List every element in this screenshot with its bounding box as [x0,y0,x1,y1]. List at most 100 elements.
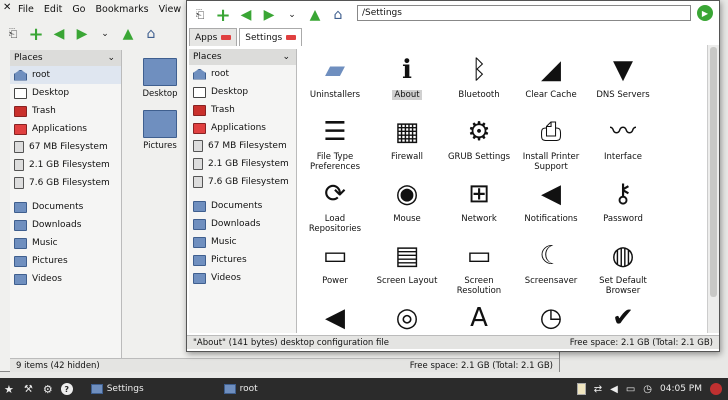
chevron-down-icon[interactable]: ⌄ [283,6,301,24]
task-root[interactable]: root [223,384,258,394]
settings-item[interactable]: ▤ Screen Layout [371,239,443,286]
power-icon[interactable] [710,383,722,395]
settings-item[interactable]: ⟳ Load Repositories [299,177,371,234]
settings-item[interactable]: ◷Time Zone [515,301,587,335]
settings-item[interactable]: ✔Updates [587,301,659,335]
settings-item[interactable]: ▦ Firewall [371,115,443,162]
home-icon[interactable]: ⌂ [142,25,160,43]
menu-edit[interactable]: Edit [44,4,62,20]
place-item[interactable]: Applications [189,119,296,137]
folder-icon [223,384,236,394]
settings-item[interactable]: ᛒ Bluetooth [443,53,515,100]
close-tab-icon[interactable] [286,35,297,40]
settings-item-label: About [392,90,422,100]
clock[interactable]: 04:05 PM [660,384,702,394]
place-item[interactable]: Trash [10,102,121,120]
place-item[interactable]: 2.1 GB Filesystem [10,156,121,174]
settings-item[interactable]: 〰 Interface [587,115,659,162]
folder-icon [14,255,27,267]
file-item[interactable]: Pictures [140,110,180,151]
place-item[interactable]: Applications [10,120,121,138]
star-icon[interactable]: ★ [4,383,14,396]
up-arrow-icon[interactable]: ▲ [119,25,137,43]
place-item[interactable]: Downloads [10,216,121,234]
new-tab-icon[interactable]: ⎗ [191,6,209,24]
clipboard-icon[interactable] [576,383,586,395]
place-item[interactable]: Pictures [10,252,121,270]
place-item[interactable]: Desktop [10,84,121,102]
settings-item[interactable]: ◀Sound Volume [299,301,371,335]
place-item[interactable]: 67 MB Filesystem [189,137,296,155]
settings-item-label: Screen Layout [376,276,438,286]
settings-item[interactable]: ▼ DNS Servers [587,53,659,100]
file-item[interactable]: Desktop [140,58,180,99]
place-item[interactable]: Music [189,233,296,251]
drive-icon [193,158,203,170]
scrollbar[interactable] [707,45,719,333]
place-item[interactable]: root [10,66,121,84]
settings-item[interactable]: ◢ Clear Cache [515,53,587,100]
menu-go[interactable]: Go [72,4,85,20]
address-bar[interactable]: /Settings [357,5,691,21]
gear-icon[interactable]: ⚙ [43,383,53,396]
settings-item[interactable]: ◎Startup [371,301,443,335]
task-settings[interactable]: Settings [90,384,144,394]
place-item[interactable]: Desktop [189,83,296,101]
up-arrow-icon[interactable]: ▲ [306,6,324,24]
settings-item[interactable]: ⎙ Install Printer Support [515,115,587,172]
settings-item[interactable]: ☾ Screensaver [515,239,587,286]
new-tab-icon[interactable]: ⎗ [4,25,22,43]
add-icon[interactable]: + [214,5,232,26]
close-tab-icon[interactable] [221,35,232,40]
applications-icon [14,123,27,135]
settings-item[interactable]: ℹ About [371,53,443,100]
settings-item[interactable]: ◀ Notifications [515,177,587,224]
back-arrow-icon[interactable]: ◀ [50,25,68,43]
home-icon[interactable]: ⌂ [329,6,347,24]
settings-item[interactable]: ⚷ Password [587,177,659,224]
place-item[interactable]: Music [10,234,121,252]
place-item[interactable]: root [189,65,296,83]
battery-icon[interactable]: ▭ [626,384,635,395]
menu-file[interactable]: File [18,4,34,20]
place-item[interactable]: 7.6 GB Filesystem [10,174,121,192]
settings-item[interactable]: ☰ File Type Preferences [299,115,371,172]
settings-gear-icon[interactable]: ⚒ [24,384,33,395]
place-label: Trash [32,106,56,116]
place-item[interactable]: 67 MB Filesystem [10,138,121,156]
place-item[interactable]: 7.6 GB Filesystem [189,173,296,191]
place-item[interactable]: 2.1 GB Filesystem [189,155,296,173]
settings-item[interactable]: ⚙ GRUB Settings [443,115,515,162]
forward-arrow-icon[interactable]: ▶ [73,25,91,43]
scrollbar-thumb[interactable] [710,47,717,297]
settings-item[interactable]: ⊞ Network [443,177,515,224]
settings-item[interactable]: AText Rendering [443,301,515,335]
chevron-down-icon[interactable]: ⌄ [96,25,114,43]
volume-icon[interactable]: ◀ [610,384,618,395]
forward-arrow-icon[interactable]: ▶ [260,6,278,24]
settings-item[interactable]: ▭ Screen Resolution [443,239,515,296]
settings-item[interactable]: ◉ Mouse [371,177,443,224]
settings-item[interactable]: ▰ Uninstallers [299,53,371,100]
add-icon[interactable]: + [27,24,45,45]
place-item[interactable]: Videos [10,270,121,288]
place-label: 67 MB Filesystem [29,142,108,152]
back-arrow-icon[interactable]: ◀ [237,6,255,24]
place-item[interactable]: Documents [189,197,296,215]
menu-bookmarks[interactable]: Bookmarks [96,4,149,20]
chevron-down-icon[interactable]: ⌄ [107,53,115,63]
settings-item[interactable]: ▭ Power [299,239,371,286]
place-item[interactable]: Documents [10,198,121,216]
go-icon[interactable]: ▶ [697,5,713,21]
tab-apps[interactable]: Apps [189,28,238,46]
place-item[interactable]: Pictures [189,251,296,269]
settings-item[interactable]: ◍ Set Default Browser [587,239,659,296]
help-icon[interactable]: ? [60,383,73,395]
network-icon[interactable]: ⇄ [594,384,602,395]
chevron-down-icon[interactable]: ⌄ [282,52,290,62]
menu-view[interactable]: View [159,4,182,20]
tab-settings[interactable]: Settings [239,28,303,46]
place-item[interactable]: Trash [189,101,296,119]
place-item[interactable]: Downloads [189,215,296,233]
place-item[interactable]: Videos [189,269,296,287]
